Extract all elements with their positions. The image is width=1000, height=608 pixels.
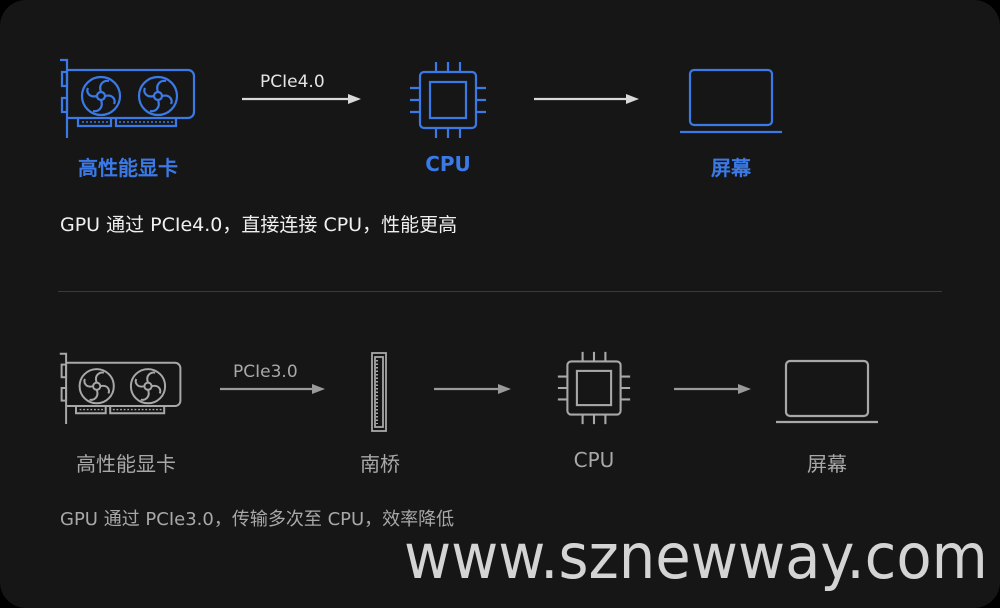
bottom-description: GPU 通过 PCIe3.0，传输多次至 CPU，效率降低 [60, 509, 455, 530]
cpu-chip-icon [410, 62, 486, 138]
cpu-chip-icon [557, 351, 631, 425]
arrow-right-icon [534, 94, 639, 104]
arrow-right-icon [674, 384, 751, 394]
arrow-right-icon [220, 384, 325, 394]
laptop-screen-icon [776, 359, 878, 424]
arrow-right-icon [434, 384, 511, 394]
southbridge-chip-icon [371, 352, 387, 432]
graphics-card-icon [59, 352, 182, 424]
cpu-label: CPU [573, 448, 615, 472]
link-label: PCIe4.0 [260, 72, 325, 92]
link-label: PCIe3.0 [233, 362, 298, 382]
graphics-card-icon [60, 58, 196, 138]
gpu-label: 高性能显卡 [78, 156, 178, 180]
gpu-label: 高性能显卡 [76, 452, 176, 476]
southbridge-label: 南桥 [360, 452, 400, 476]
laptop-screen-icon [680, 68, 782, 134]
screen-label: 屏幕 [807, 452, 847, 476]
top-description: GPU 通过 PCIe4.0，直接连接 CPU，性能更高 [60, 214, 458, 236]
arrow-right-icon [242, 94, 361, 104]
watermark-url: www.sznewway.com [404, 520, 988, 593]
cpu-label: CPU [425, 152, 471, 176]
diagram-card: 高性能显卡 PCIe4.0 CPU 屏幕 GPU 通过 PCIe4.0，直接连接… [0, 0, 1000, 608]
screen-label: 屏幕 [711, 156, 751, 180]
section-divider [58, 291, 942, 292]
